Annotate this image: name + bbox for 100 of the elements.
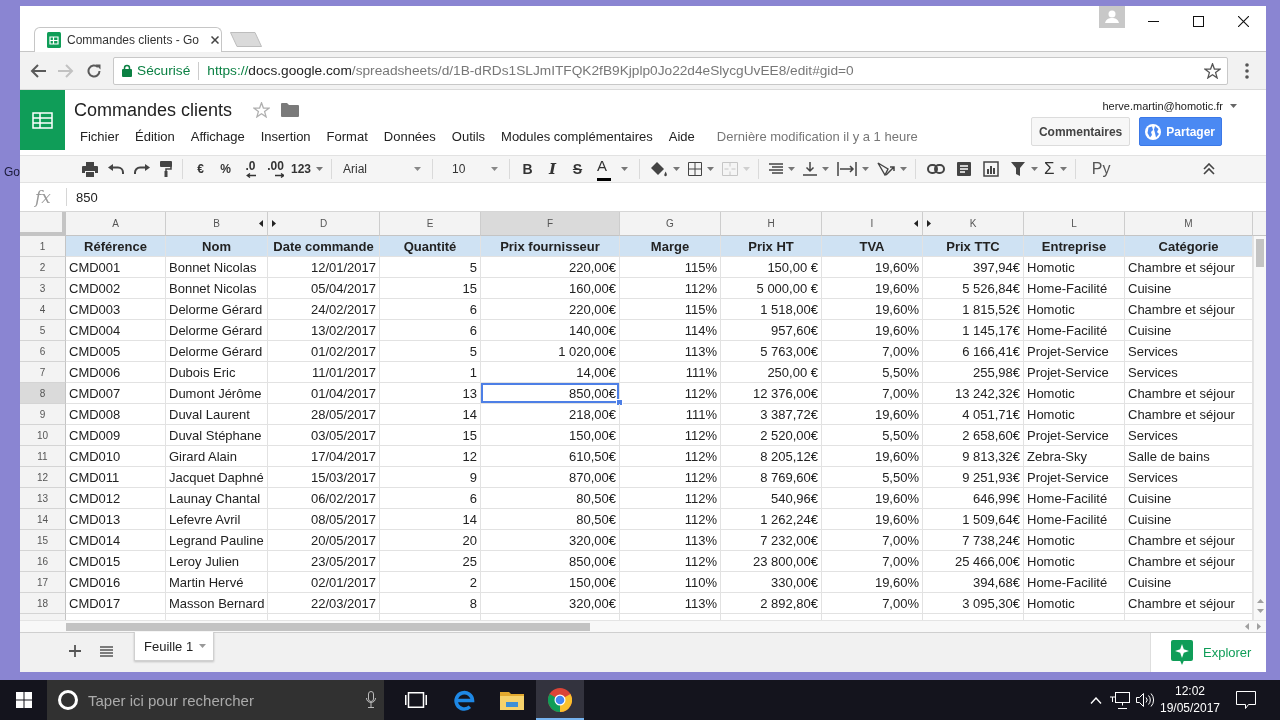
clock-time[interactable]: 12:02 <box>1175 683 1205 700</box>
italic-button[interactable]: I <box>540 157 566 181</box>
caret-icon[interactable] <box>1031 167 1039 171</box>
horizontal-scrollbar[interactable] <box>20 620 1266 632</box>
caret-icon[interactable] <box>673 167 681 171</box>
print-icon[interactable] <box>82 161 98 177</box>
last-edit-link[interactable]: Dernière modification il y a 1 heure <box>716 128 918 144</box>
more-formats-button[interactable]: 123 <box>288 157 327 181</box>
row-header[interactable]: 10 <box>20 425 66 446</box>
formula-input[interactable]: 850 <box>67 189 98 205</box>
row-header[interactable]: 3 <box>20 278 66 299</box>
chart-icon[interactable] <box>983 161 1000 177</box>
row-header[interactable]: 5 <box>20 320 66 341</box>
row-header[interactable]: 7 <box>20 362 66 383</box>
reload-icon[interactable] <box>87 63 101 78</box>
comments-button[interactable]: Commentaires <box>1030 117 1131 146</box>
star-icon[interactable] <box>1204 62 1221 79</box>
currency-format-button[interactable]: € <box>188 157 213 181</box>
explore-button[interactable]: Explorer <box>1150 633 1266 672</box>
align-bottom-icon[interactable] <box>803 162 818 176</box>
paint-bucket-icon[interactable] <box>650 161 669 177</box>
menu-item[interactable]: Édition <box>127 128 183 144</box>
folder-icon[interactable] <box>500 690 524 710</box>
document-title[interactable]: Commandes clients <box>74 99 233 121</box>
menu-item[interactable]: Aide <box>660 128 703 144</box>
row-header[interactable]: 16 <box>20 551 66 572</box>
browser-tab[interactable]: Commandes clients - Go <box>34 27 222 52</box>
menu-item[interactable]: Affichage <box>182 128 253 144</box>
scrollbar-thumb[interactable] <box>1256 239 1264 267</box>
row-header[interactable]: 2 <box>20 257 66 278</box>
decrease-decimals-button[interactable]: .0 <box>238 157 263 181</box>
comment-icon[interactable] <box>957 162 972 176</box>
row-header[interactable]: 8 <box>20 383 66 404</box>
close-icon[interactable] <box>1238 15 1249 27</box>
text-rotation-icon[interactable] <box>877 162 896 176</box>
font-size-select[interactable]: 10 <box>438 157 505 181</box>
clock-date[interactable]: 19/05/2017 <box>1159 700 1221 717</box>
row-header[interactable]: 12 <box>20 467 66 488</box>
menu-item[interactable]: Données <box>375 128 444 144</box>
caret-icon[interactable] <box>862 167 870 171</box>
sheet-tab[interactable]: Feuille 1 <box>134 632 215 661</box>
windows-logo-icon[interactable] <box>15 692 32 708</box>
caret-icon[interactable] <box>900 167 908 171</box>
functions-button[interactable]: Σ <box>1041 157 1070 181</box>
borders-icon[interactable] <box>688 162 703 176</box>
text-color-button[interactable]: A <box>590 157 635 181</box>
search-field[interactable]: Taper ici pour rechercher <box>47 680 384 720</box>
row-header[interactable]: 13 <box>20 488 66 509</box>
network-icon[interactable] <box>1110 691 1130 709</box>
paint-roller-icon[interactable] <box>160 161 172 177</box>
right-triangle-icon[interactable] <box>272 220 276 227</box>
right-triangle-icon[interactable] <box>927 220 931 227</box>
row-header[interactable]: 6 <box>20 341 66 362</box>
close-icon[interactable] <box>211 36 220 44</box>
add-on-button[interactable]: Py <box>1088 157 1114 181</box>
increase-decimals-button[interactable]: .00 <box>263 157 288 181</box>
maximize-icon[interactable] <box>1193 15 1204 27</box>
font-select[interactable]: Arial <box>337 157 428 181</box>
row-header[interactable]: 4 <box>20 299 66 320</box>
account-menu-button[interactable]: herve.martin@homotic.fr <box>1102 99 1237 112</box>
undo-icon[interactable] <box>108 164 124 174</box>
filter-icon[interactable] <box>1011 162 1026 176</box>
spreadsheet-logo-icon[interactable] <box>20 90 65 150</box>
browser-logo-icon[interactable] <box>548 688 572 712</box>
plus-icon[interactable] <box>69 645 81 657</box>
minimize-icon[interactable] <box>1148 20 1159 22</box>
address-bar[interactable]: Sécurisé https://docs.google.com/spreadsheets/d/1B-dRDs1SLJmITFQK2fB9Kjplp0Jo22d4eSlycgUvEE8/edit#gid=0 <box>113 56 1228 85</box>
caret-icon[interactable] <box>707 167 715 171</box>
align-left-icon[interactable] <box>769 163 784 175</box>
bold-button[interactable]: B <box>515 157 541 181</box>
fill-handle[interactable] <box>616 399 623 406</box>
caret-icon[interactable] <box>822 167 830 171</box>
column-header[interactable]: F <box>481 212 620 236</box>
task-view-icon[interactable] <box>405 692 427 708</box>
volume-icon[interactable] <box>1136 693 1154 707</box>
taskbar-app-button[interactable] <box>536 680 584 720</box>
menu-item[interactable]: Modules complémentaires <box>493 128 661 144</box>
left-triangle-icon[interactable] <box>259 220 263 227</box>
row-header[interactable]: 15 <box>20 530 66 551</box>
row-header[interactable]: 9 <box>20 404 66 425</box>
caret-icon[interactable] <box>788 167 796 171</box>
star-icon[interactable] <box>253 102 271 118</box>
list-icon[interactable] <box>100 646 113 657</box>
menu-item[interactable]: Format <box>318 128 376 144</box>
text-wrap-icon[interactable] <box>837 162 858 176</box>
redo-icon[interactable] <box>134 164 150 174</box>
letter-e-icon[interactable] <box>453 689 475 711</box>
percent-format-button[interactable]: % <box>213 157 238 181</box>
vertical-scrollbar[interactable] <box>1253 236 1266 620</box>
link-icon[interactable] <box>927 164 946 174</box>
row-header[interactable]: 18 <box>20 593 66 614</box>
strikethrough-button[interactable]: S <box>565 157 591 181</box>
more-icon[interactable] <box>1245 62 1249 79</box>
left-triangle-icon[interactable] <box>914 220 918 227</box>
chevron-up-icon[interactable] <box>1090 696 1102 704</box>
menu-item[interactable]: Fichier <box>72 128 127 144</box>
message-icon[interactable] <box>1236 691 1256 709</box>
microphone-icon[interactable] <box>366 691 376 708</box>
row-header[interactable]: 17 <box>20 572 66 593</box>
menu-item[interactable]: Outils <box>443 128 494 144</box>
